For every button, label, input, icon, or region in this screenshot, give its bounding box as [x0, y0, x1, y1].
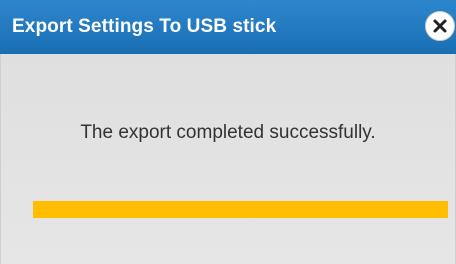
progress-fill — [33, 201, 448, 218]
dialog-title: Export Settings To USB stick — [12, 16, 277, 37]
close-icon — [432, 18, 448, 34]
export-dialog: Export Settings To USB stick The export … — [0, 0, 456, 264]
progress-bar — [33, 201, 448, 218]
dialog-body: The export completed successfully. — [0, 54, 456, 264]
close-button[interactable] — [425, 11, 455, 41]
dialog-titlebar: Export Settings To USB stick — [0, 0, 456, 54]
status-message: The export completed successfully. — [80, 122, 376, 143]
